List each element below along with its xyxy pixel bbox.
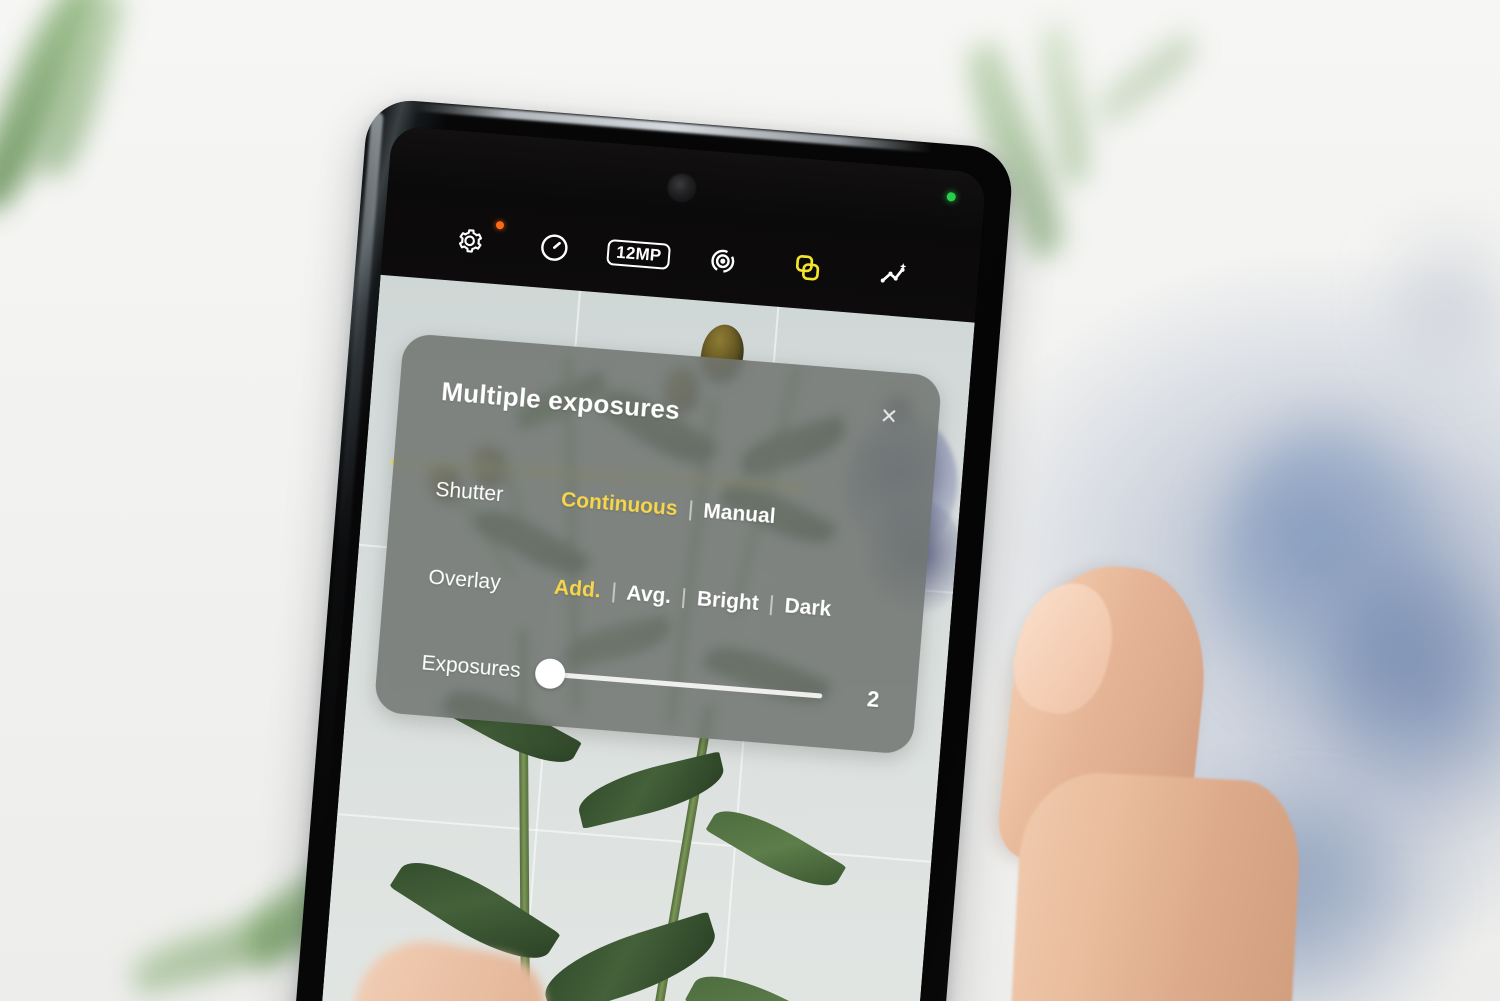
shutter-option-manual[interactable]: Manual [690, 497, 788, 533]
camera-viewfinder[interactable]: Multiple exposures × Shutter Continuous … [315, 274, 975, 1001]
multiple-exposures-dialog: Multiple exposures × Shutter Continuous … [373, 332, 943, 755]
plant-leaf [684, 956, 858, 1001]
plant-leaf [573, 751, 730, 829]
metering-icon [711, 249, 735, 273]
dialog-title: Multiple exposures [440, 376, 682, 426]
settings-button[interactable] [426, 210, 515, 273]
scene-optimizer-icon [880, 263, 906, 283]
plant-leaf [705, 795, 847, 902]
shutter-option-continuous[interactable]: Continuous [548, 485, 690, 524]
grid-line-horizontal [337, 813, 932, 863]
overlay-option-avg[interactable]: Avg. [613, 579, 684, 612]
smartphone: 12MP Multiple exposures × Shutter Contin… [276, 68, 1051, 1001]
privacy-indicator [946, 191, 957, 202]
resolution-button[interactable]: 12MP [594, 223, 683, 286]
overlay-option-bright[interactable]: Bright [684, 584, 772, 619]
exposures-label: Exposures [420, 651, 522, 683]
phone-screen: 12MP Multiple exposures × Shutter Contin… [315, 125, 987, 1001]
resolution-badge: 12MP [606, 238, 672, 270]
scene-optimizer-button[interactable] [848, 244, 937, 307]
overlay-options: Add. Avg. Bright Dark [541, 573, 844, 625]
settings-notification-dot [495, 220, 504, 230]
shutter-row: Shutter Continuous Manual [389, 458, 932, 557]
multiple-exposures-icon [795, 255, 820, 281]
overlay-option-add[interactable]: Add. [541, 573, 614, 607]
overlay-row: Overlay Add. Avg. Bright Dark [382, 546, 925, 645]
phone-body: 12MP Multiple exposures × Shutter Contin… [288, 97, 1015, 1001]
shutter-options: Continuous Manual [548, 485, 788, 532]
gear-icon [459, 229, 483, 253]
front-camera-punch-hole [667, 173, 696, 202]
timer-button[interactable] [510, 216, 599, 279]
overlay-label: Overlay [427, 565, 502, 595]
slider-track[interactable] [541, 670, 823, 699]
exposures-row: Exposures 2 [375, 632, 918, 731]
close-icon[interactable]: × [865, 392, 912, 439]
multiple-exposures-button[interactable] [763, 237, 852, 300]
timer-icon [541, 234, 568, 261]
slider-thumb[interactable] [534, 657, 567, 690]
metering-button[interactable] [679, 230, 768, 293]
exposures-slider[interactable] [534, 653, 834, 717]
exposures-value: 2 [866, 686, 881, 713]
shutter-label: Shutter [434, 477, 505, 507]
screenshot-scene: 12MP Multiple exposures × Shutter Contin… [0, 0, 1500, 1001]
overlay-option-dark[interactable]: Dark [771, 591, 844, 625]
